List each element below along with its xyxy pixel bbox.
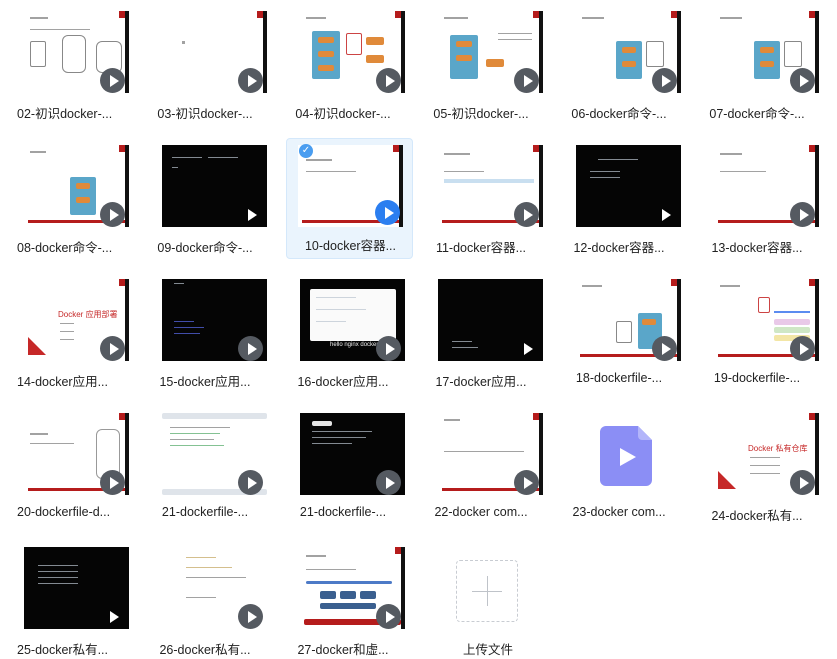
file-tile[interactable]: Docker 私有仓库 24-docker私有...	[695, 402, 819, 523]
file-grid: 02-初识docker-... 03-初识docker-... 04-初识doc…	[0, 0, 837, 659]
play-icon	[238, 68, 263, 93]
play-icon	[238, 470, 263, 495]
file-name: 11-docker容器...	[435, 241, 527, 255]
file-name: 13-docker容器...	[711, 241, 803, 255]
play-icon	[238, 202, 263, 227]
play-icon	[238, 336, 263, 361]
file-name: 18-dockerfile-...	[575, 371, 663, 385]
file-tile[interactable]: 02-初识docker-...	[5, 0, 129, 121]
file-tile[interactable]: 07-docker命令-...	[695, 0, 819, 121]
play-icon	[514, 470, 539, 495]
file-tile[interactable]: 03-初识docker-...	[143, 0, 267, 121]
file-tile[interactable]: 11-docker容器...	[419, 134, 543, 255]
play-icon	[376, 470, 401, 495]
file-name: 27-docker和虚...	[297, 643, 389, 657]
upload-tile[interactable]: 上传文件	[426, 536, 550, 657]
file-name: 21-dockerfile-...	[299, 505, 387, 519]
file-tile[interactable]: 26-docker私有...	[143, 536, 267, 657]
file-name: 20-dockerfile-d...	[17, 505, 111, 519]
file-name: 21-dockerfile-...	[161, 505, 249, 519]
file-name: 25-docker私有...	[17, 643, 109, 657]
file-name: 07-docker命令-...	[709, 107, 805, 121]
check-icon[interactable]: ✓	[299, 144, 313, 158]
file-tile[interactable]: 19-dockerfile-...	[695, 268, 819, 389]
file-tile[interactable]: 08-docker命令-...	[5, 134, 129, 255]
file-name: 09-docker命令-...	[157, 241, 253, 255]
file-name: 16-docker应用...	[297, 375, 389, 389]
file-name: 06-docker命令-...	[571, 107, 667, 121]
slide-title: Docker 私有仓库	[748, 444, 808, 453]
play-icon	[790, 202, 815, 227]
file-tile[interactable]: 22-docker com...	[419, 402, 543, 523]
play-icon	[238, 604, 263, 629]
play-icon	[100, 604, 125, 629]
file-name: 24-docker私有...	[711, 509, 803, 523]
play-icon	[375, 200, 400, 225]
play-icon	[790, 336, 815, 361]
file-name: 26-docker私有...	[159, 643, 251, 657]
video-file-icon	[600, 426, 652, 486]
file-tile[interactable]: 09-docker命令-...	[143, 134, 267, 255]
file-name: 19-dockerfile-...	[713, 371, 801, 385]
file-name: 02-初识docker-...	[17, 107, 113, 121]
file-tile[interactable]: 23-docker com...	[557, 402, 681, 523]
play-icon	[376, 604, 401, 629]
play-icon	[514, 336, 539, 361]
file-tile[interactable]: 15-docker应用...	[143, 268, 267, 389]
slide-title: Docker 应用部署	[58, 310, 118, 319]
file-name: 05-初识docker-...	[433, 107, 529, 121]
play-icon	[376, 68, 401, 93]
file-name: 17-docker应用...	[435, 375, 527, 389]
file-name: 03-初识docker-...	[157, 107, 253, 121]
file-tile[interactable]: 13-docker容器...	[695, 134, 819, 255]
play-icon	[376, 336, 401, 361]
play-icon	[100, 470, 125, 495]
slide-caption: hello nginx docker	[330, 342, 379, 348]
file-tile[interactable]: hello nginx docker 16-docker应用...	[281, 268, 405, 389]
play-icon	[100, 202, 125, 227]
file-name: 04-初识docker-...	[295, 107, 391, 121]
play-icon	[514, 202, 539, 227]
file-name: 10-docker容器...	[304, 239, 396, 253]
file-tile[interactable]: 20-dockerfile-d...	[5, 402, 129, 523]
file-tile[interactable]: 04-初识docker-...	[281, 0, 405, 121]
file-tile[interactable]: 25-docker私有...	[5, 536, 129, 657]
play-icon	[790, 68, 815, 93]
play-icon	[100, 68, 125, 93]
file-tile[interactable]: Docker 应用部署 14-docker应用...	[5, 268, 129, 389]
file-tile[interactable]: 12-docker容器...	[557, 134, 681, 255]
file-name: 15-docker应用...	[159, 375, 251, 389]
file-name: 08-docker命令-...	[17, 241, 113, 255]
play-icon	[100, 336, 125, 361]
file-tile[interactable]: 06-docker命令-...	[557, 0, 681, 121]
file-name: 23-docker com...	[572, 505, 666, 519]
file-tile[interactable]: 17-docker应用...	[419, 268, 543, 389]
file-name: 22-docker com...	[434, 505, 528, 519]
file-tile[interactable]: 21-dockerfile-...	[143, 402, 267, 523]
file-name: 12-docker容器...	[573, 241, 665, 255]
file-tile[interactable]: 21-dockerfile-...	[281, 402, 405, 523]
play-icon	[790, 470, 815, 495]
play-icon	[652, 336, 677, 361]
file-tile[interactable]: 05-初识docker-...	[419, 0, 543, 121]
file-tile[interactable]: 27-docker和虚...	[281, 536, 405, 657]
upload-label: 上传文件	[462, 643, 513, 657]
file-tile[interactable]: 18-dockerfile-...	[557, 268, 681, 389]
play-icon	[514, 68, 539, 93]
upload-button[interactable]	[456, 560, 518, 622]
play-icon	[652, 202, 677, 227]
play-icon	[652, 68, 677, 93]
file-tile-selected[interactable]: ✓ 10-docker容器...	[286, 138, 413, 259]
file-name: 14-docker应用...	[17, 375, 109, 389]
